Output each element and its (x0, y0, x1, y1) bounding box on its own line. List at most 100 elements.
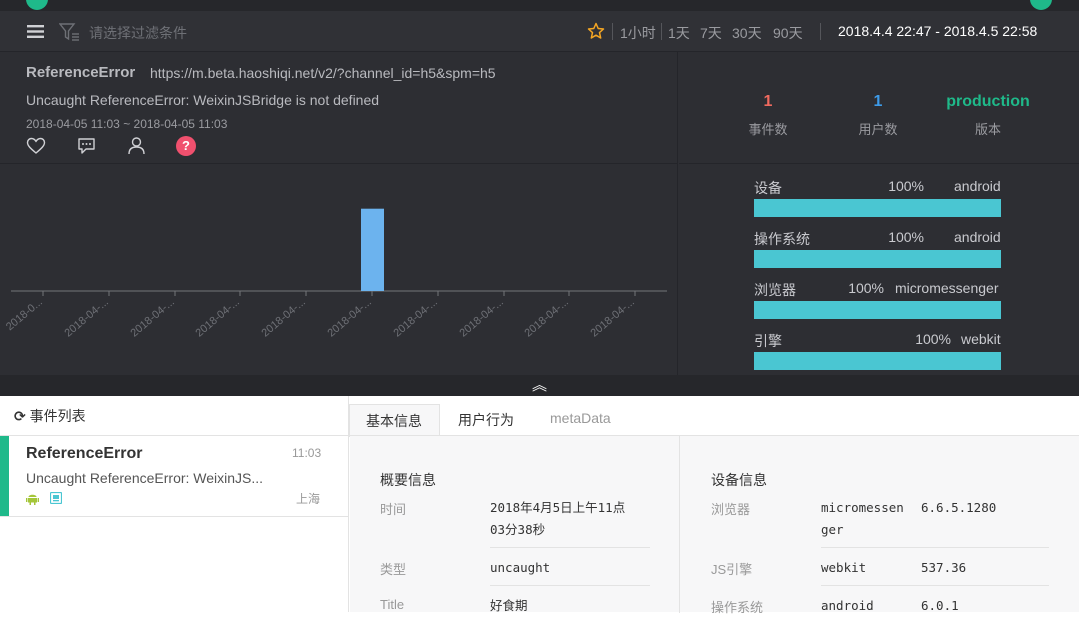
event-list-panel: ⟳ 事件列表 ReferenceError 11:03 Uncaught Ref… (0, 396, 349, 612)
range-1d-button[interactable]: 1天 (668, 23, 690, 43)
range-90d-button[interactable]: 90天 (773, 23, 803, 43)
issue-url[interactable]: https://m.beta.haoshiqi.net/v2/?channel_… (150, 65, 496, 81)
device-engine-name: webkit (821, 560, 867, 575)
x-tick-label: 2018-04-... (522, 296, 570, 339)
event-list-item[interactable]: ReferenceError 11:03 Uncaught ReferenceE… (0, 436, 349, 517)
dist-name-os: android (954, 229, 1001, 245)
dist-percent-browser: 100% (848, 280, 884, 296)
help-icon[interactable]: ? (176, 136, 196, 156)
divider (661, 23, 662, 40)
dist-bar-os[interactable] (754, 250, 1001, 268)
x-tick-label: 2018-04-... (391, 296, 439, 339)
dist-name-device: android (954, 178, 1001, 194)
event-count-label: 事件数 (748, 122, 788, 137)
dist-bar-fill (754, 250, 1001, 268)
tab-basic-info[interactable]: 基本信息 (349, 404, 440, 437)
device-label-engine: JS引擎 (711, 562, 753, 577)
tab-user-behavior[interactable]: 用户行为 (442, 404, 530, 436)
event-list-title: 事件列表 (29, 408, 86, 424)
overview-label-title: Title (380, 597, 405, 612)
menu-icon[interactable] (27, 25, 44, 38)
dist-bar-fill (754, 352, 1001, 370)
issue-header: ReferenceError https://m.beta.haoshiqi.n… (0, 52, 678, 164)
device-os-name: android (821, 598, 874, 613)
dist-percent-engine: 100% (915, 331, 951, 347)
issue-type: ReferenceError (26, 64, 136, 81)
comment-icon[interactable] (77, 137, 96, 155)
device-label-browser: 浏览器 (711, 502, 751, 517)
event-count: 1 (763, 93, 773, 110)
event-message: Uncaught ReferenceError: WeixinJS... (26, 470, 264, 486)
dist-label-device: 设备 (754, 180, 782, 196)
top-strip (0, 0, 1079, 11)
row-divider (821, 547, 1049, 548)
row-divider (821, 585, 1049, 586)
overview-label-type: 类型 (380, 562, 407, 577)
device-engine-version: 537.36 (921, 560, 967, 575)
chart-bar[interactable] (361, 208, 384, 291)
dist-bar-fill (754, 199, 1001, 217)
event-time: 11:03 (292, 446, 322, 460)
x-tick-label: 2018-04-... (325, 296, 373, 339)
filter-input[interactable]: 请选择过滤条件 (89, 23, 187, 43)
dist-bar-browser[interactable] (754, 301, 1001, 319)
dist-name-engine: webkit (961, 331, 1001, 347)
dist-label-browser: 浏览器 (754, 282, 796, 298)
basic-info-content: 概要信息 时间 2018年4月5日上午11点03分38秒 类型 uncaught… (350, 435, 1079, 615)
release-version: production (946, 93, 1030, 110)
user-count-label: 用户数 (858, 122, 898, 137)
divider (612, 23, 613, 40)
divider (820, 23, 821, 40)
x-tick-label: 2018-04-... (128, 296, 176, 339)
x-tick-label: 2018-04-... (457, 296, 505, 339)
range-30d-button[interactable]: 30天 (732, 23, 762, 43)
dist-label-os: 操作系统 (754, 231, 810, 247)
issue-stats: 1 事件数 1 用户数 production 版本 (679, 52, 1079, 164)
user-icon[interactable] (127, 136, 146, 155)
tab-metadata[interactable]: metaData (534, 404, 627, 436)
device-label-os: 操作系统 (711, 600, 764, 615)
issue-time-range: 2018-04-05 11:03 ~ 2018-04-05 11:03 (26, 117, 228, 131)
dist-percent-os: 100% (888, 229, 924, 245)
overview-title: 概要信息 (380, 472, 436, 488)
double-chevron-up-icon: ︽ (531, 377, 547, 394)
dist-bar-fill (754, 301, 1001, 319)
overview-label-time: 时间 (380, 502, 407, 517)
android-icon (26, 494, 39, 505)
x-tick-label: 2018-04-... (193, 296, 241, 339)
wechat-browser-icon (50, 492, 62, 504)
user-count: 1 (873, 93, 883, 110)
refresh-icon[interactable]: ⟳ (14, 408, 26, 424)
dist-name-browser: micromessenger (895, 280, 999, 296)
filter-icon[interactable] (59, 22, 81, 42)
heart-icon[interactable] (26, 137, 46, 155)
dist-label-engine: 引擎 (754, 333, 782, 349)
column-divider (679, 436, 680, 613)
overview-value-time: 2018年4月5日上午11点03分38秒 (490, 500, 626, 537)
x-tick-label: 2018-0... (4, 296, 45, 333)
range-1h-button[interactable]: 1小时 (620, 23, 656, 43)
range-7d-button[interactable]: 7天 (700, 23, 722, 43)
x-tick-label: 2018-04-... (259, 296, 307, 339)
x-tick-label: 2018-04-... (62, 296, 110, 339)
issue-message: Uncaught ReferenceError: WeixinJSBridge … (26, 92, 380, 108)
dist-bar-engine[interactable] (754, 352, 1001, 370)
dist-percent-device: 100% (888, 178, 924, 194)
collapse-toggle[interactable]: ︽ (0, 375, 1079, 396)
event-title: ReferenceError (26, 445, 143, 462)
device-title: 设备信息 (711, 472, 767, 488)
release-version-label: 版本 (974, 122, 1001, 137)
device-browser-version: 6.6.5.1280 (921, 500, 997, 515)
device-os-version: 6.0.1 (921, 598, 959, 613)
event-trend-chart: 2018-0... 2018-04-... 2018-04-... 2018-04-.… (0, 164, 678, 375)
overview-value-title: 好食期 (490, 598, 528, 613)
row-divider (490, 585, 650, 586)
x-tick-label: 2018-04-... (588, 296, 636, 339)
event-location: 上海 (296, 492, 321, 506)
date-range-picker[interactable]: 2018.4.4 22:47 - 2018.4.5 22:58 (838, 23, 1037, 39)
dist-bar-device[interactable] (754, 199, 1001, 217)
overview-value-type: uncaught (490, 560, 551, 575)
selected-indicator (0, 436, 9, 516)
star-icon[interactable] (587, 22, 605, 40)
device-browser-name: micromessenger (821, 500, 904, 537)
